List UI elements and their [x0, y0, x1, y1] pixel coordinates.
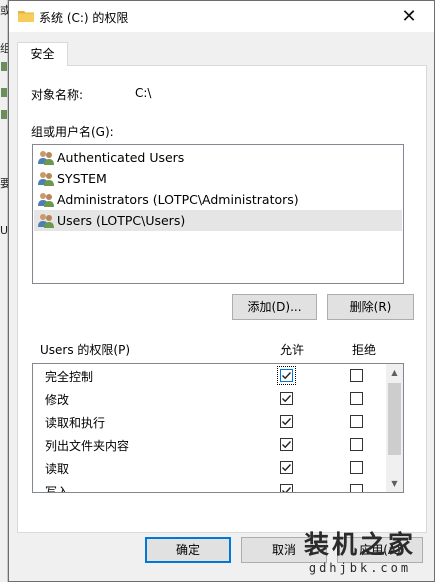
folder-icon — [18, 11, 34, 22]
security-tab-panel: 对象名称: C:\ 组或用户名(G): Authenticated Users … — [17, 65, 427, 533]
allow-checkbox[interactable] — [280, 392, 293, 405]
permission-row: 读取和执行 — [33, 410, 388, 433]
background-window-edge: 或 组 要 Us — [0, 0, 14, 582]
deny-checkbox[interactable] — [350, 415, 363, 428]
scroll-up-icon[interactable]: ▲ — [386, 364, 403, 381]
groups-label: 组或用户名(G): — [31, 125, 114, 139]
deny-checkbox[interactable] — [350, 369, 363, 382]
object-name-value: C:\ — [135, 86, 152, 100]
background-window-icon — [1, 88, 7, 97]
object-name-label: 对象名称: — [31, 88, 84, 102]
background-window-icon — [1, 62, 7, 71]
list-item-selected[interactable]: Users (LOTPC\Users) — [34, 210, 402, 231]
deny-checkbox[interactable] — [350, 484, 363, 492]
checkmark-icon — [282, 487, 292, 492]
add-button[interactable]: 添加(D)... — [232, 294, 317, 320]
checkmark-icon — [282, 418, 292, 426]
window-title: 系统 (C:) 的权限 — [39, 11, 129, 25]
watermark-url: gdhjbk.com — [308, 561, 412, 575]
list-item[interactable]: Administrators (LOTPC\Administrators) — [34, 189, 402, 210]
tab-security[interactable]: 安全 — [17, 42, 68, 66]
permission-name: 写入 — [45, 485, 70, 493]
ok-button[interactable]: 确定 — [145, 537, 231, 563]
scroll-down-icon[interactable]: ▼ — [386, 475, 403, 492]
background-window-icon — [1, 110, 7, 119]
deny-checkbox[interactable] — [350, 438, 363, 451]
permission-name: 完全控制 — [45, 370, 94, 384]
checkmark-icon — [282, 395, 292, 403]
allow-checkbox[interactable] — [280, 484, 293, 492]
checkmark-icon — [282, 372, 292, 380]
permission-name: 列出文件夹内容 — [45, 439, 130, 453]
list-item-label: SYSTEM — [57, 171, 107, 186]
close-button[interactable]: ✕ — [392, 3, 426, 29]
allow-checkbox[interactable] — [280, 415, 293, 428]
allow-checkbox[interactable] — [280, 461, 293, 474]
site-watermark: 装机之家 gdhjbk.com — [304, 525, 416, 575]
permissions-label: Users 的权限(P) — [40, 343, 131, 357]
permissions-dialog: 系统 (C:) 的权限 ✕ 安全 对象名称: C:\ 组或用户名(G): Aut… — [8, 0, 435, 582]
users-group-icon — [38, 151, 54, 165]
allow-checkbox[interactable] — [280, 438, 293, 451]
users-group-icon — [38, 172, 54, 186]
permissions-list[interactable]: 完全控制 修改 读取和执行 列出文件夹内容 读取 写入 ▲ ▼ — [32, 363, 404, 493]
close-icon: ✕ — [401, 5, 417, 27]
list-item[interactable]: SYSTEM — [34, 168, 402, 189]
permission-name: 读取和执行 — [45, 416, 106, 430]
allow-column-header: 允许 — [280, 343, 305, 357]
permission-name: 修改 — [45, 393, 70, 407]
permission-row: 修改 — [33, 387, 388, 410]
permission-row: 列出文件夹内容 — [33, 433, 388, 456]
permission-row: 完全控制 — [33, 364, 388, 387]
scrollbar-thumb[interactable] — [388, 383, 401, 455]
permission-row: 读取 — [33, 456, 388, 479]
users-group-icon — [38, 214, 54, 228]
users-group-icon — [38, 193, 54, 207]
list-item-label: Users (LOTPC\Users) — [57, 213, 186, 228]
group-user-list[interactable]: Authenticated Users SYSTEM Administrator… — [32, 144, 404, 284]
remove-button[interactable]: 删除(R) — [327, 294, 414, 320]
list-item-label: Authenticated Users — [57, 150, 185, 165]
list-item[interactable]: Authenticated Users — [34, 147, 402, 168]
checkmark-icon — [282, 464, 292, 472]
deny-column-header: 拒绝 — [352, 343, 377, 357]
allow-checkbox[interactable] — [277, 366, 296, 385]
permission-name: 读取 — [45, 462, 70, 476]
watermark-logo-text: 装机之家 — [303, 530, 416, 559]
permission-row: 写入 — [33, 479, 388, 493]
deny-checkbox[interactable] — [350, 461, 363, 474]
list-item-label: Administrators (LOTPC\Administrators) — [57, 192, 299, 207]
title-bar[interactable]: 系统 (C:) 的权限 ✕ — [9, 1, 434, 32]
deny-checkbox[interactable] — [350, 392, 363, 405]
vertical-scrollbar[interactable]: ▲ ▼ — [386, 364, 403, 492]
checkmark-icon — [282, 441, 292, 449]
